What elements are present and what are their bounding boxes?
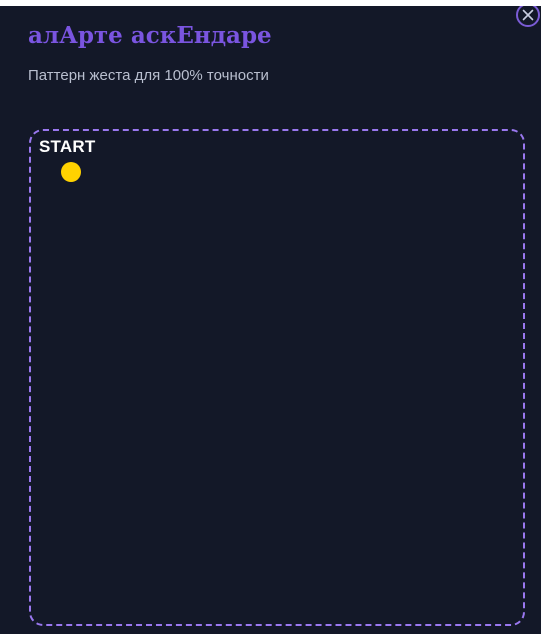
start-point-dot[interactable] (61, 162, 81, 182)
modal-subtitle: Паттерн жеста для 100% точности (28, 67, 269, 84)
close-button[interactable] (516, 6, 540, 27)
gesture-drawing-area[interactable]: START (29, 129, 525, 626)
start-label: START (39, 137, 96, 156)
close-icon (522, 9, 534, 21)
gesture-modal: алАрте аскЕндаре Паттерн жеста для 100% … (0, 6, 541, 634)
modal-title: алАрте аскЕндаре (28, 22, 272, 49)
